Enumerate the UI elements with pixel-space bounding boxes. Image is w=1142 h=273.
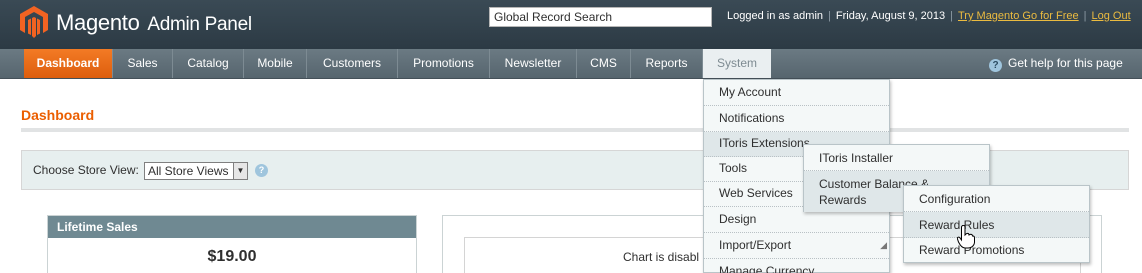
header-date: Friday, August 9, 2013 <box>835 10 946 22</box>
menu-item-label: Import/Export <box>719 238 792 252</box>
admin-page: Magento Admin Panel Logged in as admin | F… <box>0 0 1142 273</box>
header-links: Logged in as admin | Friday, August 9, 201… <box>727 10 1131 22</box>
nav-promotions[interactable]: Promotions <box>398 49 490 78</box>
separator: | <box>828 10 831 22</box>
help-icon: ? <box>989 59 1002 72</box>
nav-sales[interactable]: Sales <box>113 49 173 78</box>
header-bar: Magento Admin Panel Logged in as admin | F… <box>0 0 1142 49</box>
store-view-label: Choose Store View: <box>33 163 139 177</box>
nav-customers[interactable]: Customers <box>307 49 398 78</box>
nav-dashboard[interactable]: Dashboard <box>24 49 113 78</box>
store-view-value: All Store Views <box>148 164 229 178</box>
nav-catalog[interactable]: Catalog <box>173 49 244 78</box>
menu-item-import-export[interactable]: Import/Export ◢ <box>704 233 889 259</box>
lifetime-sales-box: Lifetime Sales $19.00 <box>47 215 417 273</box>
logo-text: Magento Admin Panel <box>56 10 252 36</box>
logo-name: Magento <box>56 10 140 35</box>
nav-reports[interactable]: Reports <box>631 49 703 78</box>
nav-mobile[interactable]: Mobile <box>244 49 307 78</box>
menu-item-reward-promotions[interactable]: Reward Promotions <box>904 238 1089 264</box>
menu-item-label: IToris Extensions <box>719 136 810 150</box>
help-label: Get help for this page <box>1008 56 1123 70</box>
menu-item-itoris-installer[interactable]: IToris Installer <box>804 145 989 171</box>
chevron-down-icon: ▼ <box>233 163 247 179</box>
separator: | <box>950 10 953 22</box>
nav-newsletter[interactable]: Newsletter <box>490 49 577 78</box>
chart-disabled-text: Chart is disabl <box>623 250 700 264</box>
store-view-select[interactable]: All Store Views ▼ <box>144 162 248 180</box>
try-magento-go-link[interactable]: Try Magento Go for Free <box>958 10 1079 22</box>
hand-cursor-icon <box>957 225 975 249</box>
lifetime-sales-title: Lifetime Sales <box>48 216 416 238</box>
page-title: Dashboard <box>21 107 95 123</box>
magento-logo-icon <box>20 6 48 38</box>
nav-system[interactable]: System <box>703 49 771 78</box>
logout-link[interactable]: Log Out <box>1092 10 1131 22</box>
logo-sub: Admin Panel <box>147 14 252 35</box>
rewards-submenu: Configuration Reward Rules Reward Promot… <box>903 185 1090 263</box>
global-search-input[interactable] <box>489 7 712 27</box>
menu-item-notifications[interactable]: Notifications <box>704 106 889 132</box>
logged-in-text: Logged in as admin <box>727 10 824 22</box>
lifetime-sales-value: $19.00 <box>207 248 257 265</box>
menu-item-my-account[interactable]: My Account <box>704 80 889 106</box>
help-icon[interactable]: ? <box>255 164 268 177</box>
menu-item-reward-rules[interactable]: Reward Rules <box>904 212 1089 238</box>
nav-cms[interactable]: CMS <box>577 49 631 78</box>
divider <box>21 128 1129 132</box>
submenu-arrow-icon: ◢ <box>880 240 887 250</box>
help-link[interactable]: ? Get help for this page <box>989 56 1123 72</box>
menu-item-manage-currency[interactable]: Manage Currency <box>704 259 889 273</box>
main-nav: Dashboard Sales Catalog Mobile Customers… <box>0 49 1142 79</box>
menu-item-configuration[interactable]: Configuration <box>904 186 1089 212</box>
separator: | <box>1083 10 1087 22</box>
